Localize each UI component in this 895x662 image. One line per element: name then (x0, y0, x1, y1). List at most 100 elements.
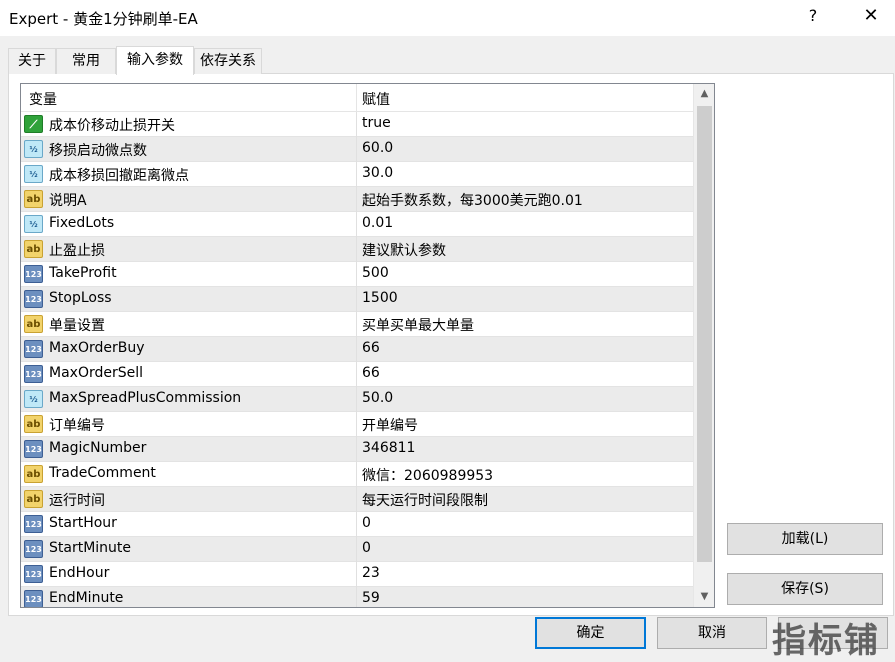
parameter-row[interactable]: 123 StartMinute 0 (21, 537, 693, 562)
parameter-row[interactable]: ab 运行时间 每天运行时间段限制 (21, 487, 693, 512)
parameter-value[interactable]: true (362, 115, 391, 131)
parameter-value[interactable]: 0 (362, 515, 371, 531)
parameter-row[interactable]: ab 单量设置 买单买单最大单量 (21, 312, 693, 337)
cell-divider (356, 337, 357, 362)
parameter-row[interactable]: 123 MaxOrderBuy 66 (21, 337, 693, 362)
tab-about[interactable]: 关于 (8, 48, 56, 74)
parameter-row[interactable]: ⟋ 成本价移动止损开关 true (21, 112, 693, 137)
scroll-thumb[interactable] (697, 106, 712, 562)
parameter-name: EndHour (49, 565, 110, 581)
parameter-value[interactable]: 30.0 (362, 165, 393, 181)
parameter-row[interactable]: 123 StartHour 0 (21, 512, 693, 537)
parameter-value[interactable]: 500 (362, 265, 389, 281)
column-header-value[interactable]: 赋值 (362, 89, 390, 109)
cell-divider (356, 237, 357, 262)
string-icon: ab (24, 190, 43, 208)
parameter-value[interactable]: 59 (362, 590, 380, 606)
parameter-name: 说明A (49, 193, 87, 209)
tab-inputs[interactable]: 输入参数 (116, 46, 194, 75)
cell-divider (356, 187, 357, 212)
parameter-row[interactable]: ½ MaxSpreadPlusCommission 50.0 (21, 387, 693, 412)
parameter-name: TakeProfit (49, 265, 117, 281)
cell-divider (356, 112, 357, 137)
parameter-name: FixedLots (49, 215, 115, 231)
bool-icon: ⟋ (24, 115, 43, 133)
parameter-name: 移损启动微点数 (49, 143, 147, 159)
double-icon: ½ (24, 140, 43, 158)
cell-divider (356, 312, 357, 337)
cell-divider (356, 162, 357, 187)
ok-button[interactable]: 确定 (535, 617, 646, 649)
cell-divider (356, 362, 357, 387)
parameter-value[interactable]: 0 (362, 540, 371, 556)
close-button[interactable]: ✕ (857, 5, 885, 31)
help-button[interactable]: ? (800, 6, 826, 30)
parameter-row[interactable]: 123 EndHour 23 (21, 562, 693, 587)
int-icon: 123 (24, 590, 43, 607)
parameter-value[interactable]: 开单编号 (362, 415, 418, 435)
parameter-row[interactable]: ab 订单编号 开单编号 (21, 412, 693, 437)
parameter-name: MaxOrderBuy (49, 340, 145, 356)
column-header-variable[interactable]: 变量 (29, 89, 57, 109)
parameter-name: 单量设置 (49, 318, 105, 334)
parameter-row[interactable]: ab TradeComment 微信：2060989953 (21, 462, 693, 487)
parameter-row[interactable]: ½ 移损启动微点数 60.0 (21, 137, 693, 162)
parameter-value[interactable]: 66 (362, 365, 380, 381)
parameter-value[interactable]: 23 (362, 565, 380, 581)
parameter-value[interactable]: 50.0 (362, 390, 393, 406)
parameter-row[interactable]: 123 EndMinute 59 (21, 587, 693, 607)
window-title: Expert - 黄金1分钟刷单-EA (9, 10, 198, 28)
cancel-button[interactable]: 取消 (657, 617, 767, 649)
parameter-value[interactable]: 60.0 (362, 140, 393, 156)
parameter-row[interactable]: ab 说明A 起始手数系数，每3000美元跑0.01 (21, 187, 693, 212)
cell-divider (356, 412, 357, 437)
parameter-value[interactable]: 起始手数系数，每3000美元跑0.01 (362, 190, 583, 210)
string-icon: ab (24, 315, 43, 333)
string-icon: ab (24, 240, 43, 258)
parameter-value[interactable]: 346811 (362, 440, 415, 456)
cell-divider (356, 262, 357, 287)
vertical-scrollbar[interactable]: ▲ ▼ (693, 84, 714, 607)
parameter-row[interactable]: ½ FixedLots 0.01 (21, 212, 693, 237)
int-icon: 123 (24, 290, 43, 308)
scroll-down-icon[interactable]: ▼ (694, 587, 714, 607)
cell-divider (356, 512, 357, 537)
parameter-value[interactable]: 建议默认参数 (362, 240, 446, 260)
tab-dependencies[interactable]: 依存关系 (194, 48, 262, 74)
cell-divider (356, 287, 357, 312)
tab-common[interactable]: 常用 (56, 48, 116, 74)
cell-divider (356, 437, 357, 462)
column-divider[interactable] (356, 84, 357, 112)
cell-divider (356, 212, 357, 237)
parameter-value[interactable]: 微信：2060989953 (362, 465, 493, 485)
parameter-row[interactable]: ½ 成本移损回撤距离微点 30.0 (21, 162, 693, 187)
grid-header: 变量 赋值 (21, 84, 693, 112)
parameter-value[interactable]: 每天运行时间段限制 (362, 490, 488, 510)
parameter-name: MaxOrderSell (49, 365, 144, 381)
parameter-name: 成本价移动止损开关 (49, 118, 175, 134)
parameter-value[interactable]: 66 (362, 340, 380, 356)
parameter-value[interactable]: 买单买单最大单量 (362, 315, 474, 335)
cell-divider (356, 137, 357, 162)
double-icon: ½ (24, 390, 43, 408)
parameter-value[interactable]: 0.01 (362, 215, 393, 231)
save-button[interactable]: 保存(S) (727, 573, 883, 605)
parameter-row[interactable]: ab 止盈止损 建议默认参数 (21, 237, 693, 262)
parameter-row[interactable]: 123 MaxOrderSell 66 (21, 362, 693, 387)
parameter-name: 成本移损回撤距离微点 (49, 168, 189, 184)
parameter-row[interactable]: 123 TakeProfit 500 (21, 262, 693, 287)
parameter-rows: ⟋ 成本价移动止损开关 true ½ 移损启动微点数 60.0 ½ 成本移损回撤距离微点 30.… (21, 112, 693, 607)
parameter-name: StartHour (49, 515, 117, 531)
string-icon: ab (24, 415, 43, 433)
parameter-row[interactable]: 123 MagicNumber 346811 (21, 437, 693, 462)
int-icon: 123 (24, 440, 43, 458)
int-icon: 123 (24, 265, 43, 283)
load-button[interactable]: 加载(L) (727, 523, 883, 555)
parameter-row[interactable]: 123 StopLoss 1500 (21, 287, 693, 312)
cell-divider (356, 537, 357, 562)
parameter-name: EndMinute (49, 590, 124, 606)
double-icon: ½ (24, 215, 43, 233)
parameter-value[interactable]: 1500 (362, 290, 398, 306)
scroll-up-icon[interactable]: ▲ (694, 84, 714, 104)
watermark-logo: 指标铺 (772, 621, 880, 661)
